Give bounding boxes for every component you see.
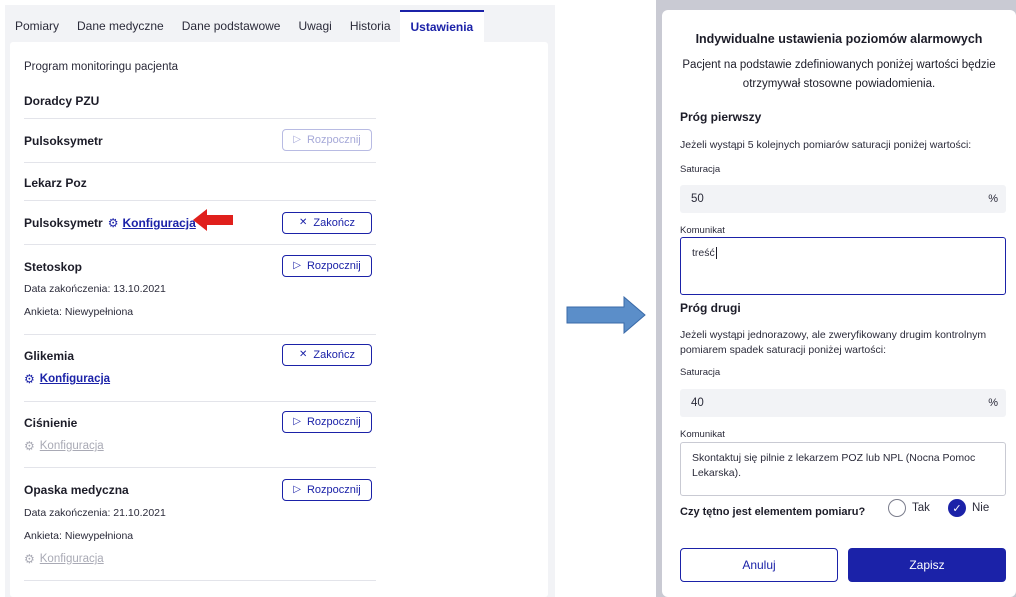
play-icon: ▷ <box>293 416 301 427</box>
item-opaska-title: Opaska medyczna <box>24 483 129 497</box>
cancel-button[interactable]: Anuluj <box>680 548 838 582</box>
patient-tabs: Pomiary Dane medyczne Dane podstawowe Uw… <box>6 10 485 42</box>
stetoskop-survey-status: Ankieta: Niewypełniona <box>24 306 134 318</box>
radio-option-nie[interactable]: ✓ Nie <box>948 499 989 517</box>
button-label: Zakończ <box>313 217 355 229</box>
play-icon: ▷ <box>293 484 301 495</box>
threshold-2-description: Jeżeli wystąpi jednorazowy, ale zweryfik… <box>680 329 987 356</box>
textarea-value: treść <box>692 247 715 259</box>
button-label: Zakończ <box>313 349 355 361</box>
opaska-end-date: Data zakończenia: 21.10.2021 <box>24 507 166 519</box>
divider <box>24 580 376 581</box>
threshold-2-message-label: Komunikat <box>680 429 725 440</box>
divider <box>24 162 376 163</box>
item-pulsoksymetr-doradcy-title: Pulsoksymetr <box>24 134 103 148</box>
blue-transition-arrow-icon <box>566 296 646 334</box>
config-link-label: Konfiguracja <box>39 373 111 385</box>
threshold-1-saturation-input[interactable]: 50 % <box>680 185 1006 213</box>
button-label: Rozpocznij <box>306 484 361 496</box>
percent-unit: % <box>988 397 998 409</box>
input-value: 40 <box>691 397 704 409</box>
alarm-levels-modal: Indywidualne ustawienia poziomów alarmow… <box>662 10 1016 597</box>
item-stetoskop-title: Stetoskop <box>24 260 83 274</box>
threshold-2-message-textarea[interactable]: Skontaktuj się pilnie z lekarzem POZ lub… <box>680 442 1006 496</box>
threshold-2-saturation-input[interactable]: 40 % <box>680 389 1006 417</box>
config-link-opaska-disabled: ⚙ Konfiguracja <box>24 552 104 566</box>
tab-dane-medyczne[interactable]: Dane medyczne <box>68 10 173 42</box>
item-glikemia-title: Glikemia <box>24 349 75 363</box>
tab-dane-podstawowe[interactable]: Dane podstawowe <box>173 10 290 42</box>
save-button[interactable]: Zapisz <box>848 548 1006 582</box>
gear-icon: ⚙ <box>24 552 35 566</box>
tab-historia[interactable]: Historia <box>341 10 400 42</box>
textarea-value: Skontaktuj się pilnie z lekarzem POZ lub… <box>692 452 976 479</box>
gear-icon: ⚙ <box>24 372 35 386</box>
button-label: Rozpocznij <box>306 134 361 146</box>
threshold-1-description: Jeżeli wystąpi 5 kolejnych pomiarów satu… <box>680 139 972 151</box>
pulse-question: Czy tętno jest elementem pomiaru? <box>680 506 866 518</box>
play-icon: ▷ <box>293 260 301 271</box>
tab-ustawienia[interactable]: Ustawienia <box>399 10 485 42</box>
item-pulsoksymetr-title-row: Pulsoksymetr ⚙ Konfiguracja <box>24 216 196 230</box>
threshold-1-message-label: Komunikat <box>680 225 725 236</box>
opaska-survey-status: Ankieta: Niewypełniona <box>24 530 134 542</box>
modal-subtitle: Pacjent na podstawie zdefiniowanych poni… <box>682 59 996 90</box>
gear-icon: ⚙ <box>107 216 119 230</box>
divider <box>24 200 376 201</box>
item-pulsoksymetr-title: Pulsoksymetr <box>24 216 103 230</box>
threshold-2-saturation-label: Saturacja <box>680 367 721 378</box>
modal-title: Indywidualne ustawienia poziomów alarmow… <box>695 32 983 46</box>
radio-nie-circle[interactable]: ✓ <box>948 499 966 517</box>
start-button-stetoskop[interactable]: ▷ Rozpocznij <box>282 255 372 277</box>
close-icon: ✕ <box>299 217 308 228</box>
end-button-pulsoksymetr[interactable]: ✕ Zakończ <box>282 212 372 234</box>
end-button-glikemia[interactable]: ✕ Zakończ <box>282 344 372 366</box>
item-cisnienie-title: Ciśnienie <box>24 416 78 430</box>
threshold-2-heading: Próg drugi <box>680 301 741 315</box>
divider <box>24 244 376 245</box>
divider <box>24 467 376 468</box>
tab-uwagi[interactable]: Uwagi <box>289 10 340 42</box>
stetoskop-end-date: Data zakończenia: 13.10.2021 <box>24 283 166 295</box>
threshold-1-message-textarea[interactable]: treść <box>680 237 1006 295</box>
button-label: Rozpocznij <box>306 416 361 428</box>
radio-option-tak[interactable]: Tak <box>888 499 930 517</box>
check-icon: ✓ <box>952 502 962 515</box>
start-button-pulsoksymetr-doradcy[interactable]: ▷ Rozpocznij <box>282 129 372 151</box>
divider <box>24 118 376 119</box>
button-label: Rozpocznij <box>306 260 361 272</box>
group-title-doradcy: Doradcy PZU <box>24 94 100 108</box>
threshold-1-saturation-label: Saturacja <box>680 164 721 175</box>
divider <box>24 334 376 335</box>
start-button-opaska[interactable]: ▷ Rozpocznij <box>282 479 372 501</box>
red-annotation-arrow-icon <box>193 209 233 231</box>
divider <box>24 401 376 402</box>
tab-pomiary[interactable]: Pomiary <box>6 10 68 42</box>
config-link-glikemia[interactable]: ⚙ Konfiguracja <box>24 372 110 386</box>
play-icon: ▷ <box>293 134 301 145</box>
config-link-label: Konfiguracja <box>39 440 104 452</box>
config-link-label: Konfiguracja <box>39 553 104 565</box>
group-title-lekarz-poz: Lekarz Poz <box>24 176 87 190</box>
threshold-1-heading: Próg pierwszy <box>680 110 762 124</box>
input-value: 50 <box>691 193 704 205</box>
text-caret <box>715 247 717 260</box>
radio-nie-label: Nie <box>972 502 990 514</box>
program-title: Program monitoringu pacjenta <box>24 61 179 73</box>
gear-icon: ⚙ <box>24 439 35 453</box>
radio-tak-label: Tak <box>912 502 930 514</box>
start-button-cisnienie[interactable]: ▷ Rozpocznij <box>282 411 372 433</box>
config-link-pulsoksymetr[interactable]: ⚙ Konfiguracja <box>108 216 196 230</box>
radio-tak-circle[interactable] <box>888 499 906 517</box>
config-link-label: Konfiguracja <box>122 216 196 230</box>
settings-card: Program monitoringu pacjenta Doradcy PZU… <box>10 42 548 597</box>
percent-unit: % <box>988 193 998 205</box>
config-link-cisnienie-disabled: ⚙ Konfiguracja <box>24 439 104 453</box>
close-icon: ✕ <box>299 349 308 360</box>
